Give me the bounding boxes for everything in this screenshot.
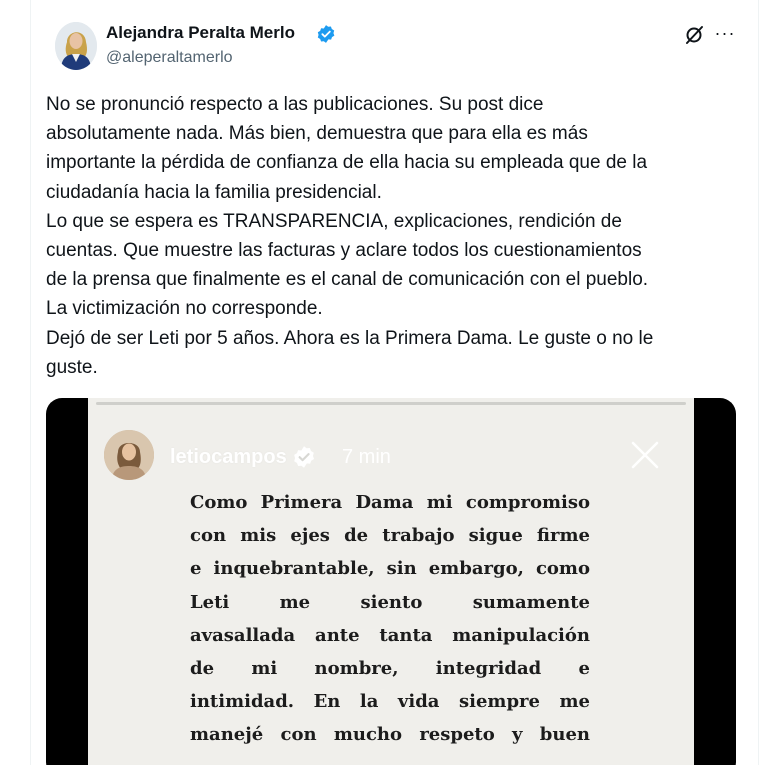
story-caption-line: con mis ejes de trabajo sigue firme [190,525,590,547]
timeline-border-right [758,0,759,765]
grok-icon[interactable] [683,24,705,46]
story-avatar [104,430,154,480]
tweet-paragraph: La victimización no corresponde. [46,298,323,320]
more-options-icon[interactable]: ··· [714,22,736,44]
verified-badge-icon [317,25,335,43]
close-icon [631,441,659,469]
story-progress-bar [96,402,686,405]
avatar-photo [55,22,97,70]
tweet-paragraph: No se pronunció respecto a las publicaci… [46,94,648,203]
story-verified-icon [294,446,315,468]
author-handle[interactable]: @aleperaltamerlo [106,49,233,67]
story-caption-line: Leti me siento sumamente [190,591,590,613]
story-caption-line: manejé con mucho respeto y buen [190,724,590,746]
story-screenshot: letiocampos 7 min Como Primera Dama mi c… [88,398,694,765]
story-time: 7 min [342,446,391,468]
story-caption-line: avasallada ante tanta manipulación [190,624,590,646]
story-caption-line: de mi nombre, integridad e [190,658,590,680]
author-name[interactable]: Alejandra Peralta Merlo [106,23,295,43]
story-caption-line: intimidad. En la vida siempre me [190,691,590,713]
story-username: letiocampos [170,446,287,468]
tweet-media-image[interactable]: letiocampos 7 min Como Primera Dama mi c… [46,398,736,765]
avatar[interactable] [55,22,97,70]
tweet-paragraph: Lo que se espera es TRANSPARENCIA, expli… [46,210,649,291]
story-caption-line: Como Primera Dama mi compromiso [190,492,590,513]
story-caption-line: e inquebrantable, sin embargo, como [190,558,590,580]
timeline-border-left [30,0,31,765]
tweet-text: No se pronunció respecto a las publicaci… [46,90,746,382]
story-avatar-photo [104,430,154,480]
tweet-paragraph: Dejó de ser Leti por 5 años. Ahora es la… [46,327,654,378]
story-caption: Como Primera Dama mi compromiso con mis … [190,486,590,752]
